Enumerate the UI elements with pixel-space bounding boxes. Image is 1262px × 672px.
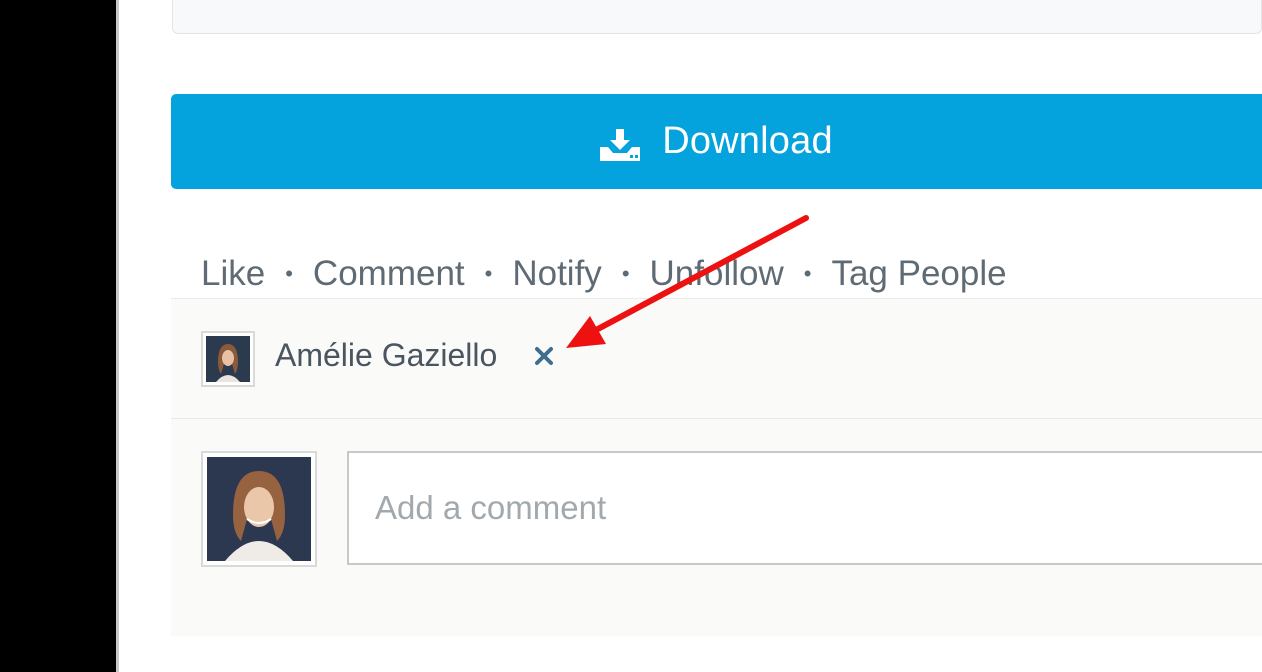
tagged-user-name: Amélie Gaziello xyxy=(275,337,498,373)
tag-people-link[interactable]: Tag People xyxy=(831,254,1006,294)
separator-dot: • xyxy=(484,261,493,286)
download-button[interactable]: Download xyxy=(171,94,1262,189)
unfollow-link[interactable]: Unfollow xyxy=(650,254,784,294)
tagged-people-row: Amélie Gaziello xyxy=(171,299,1262,419)
left-black-bar xyxy=(0,0,116,672)
comment-link[interactable]: Comment xyxy=(313,254,465,294)
person-photo-icon xyxy=(207,457,311,561)
post-actions: Like • Comment • Notify • Unfollow • Tag… xyxy=(201,252,1007,296)
separator-dot: • xyxy=(803,261,812,286)
comment-panel: Amélie Gaziello xyxy=(171,298,1262,636)
window-edge xyxy=(116,0,119,672)
download-label: Download xyxy=(662,120,833,162)
close-icon[interactable] xyxy=(533,345,555,367)
person-photo-icon xyxy=(206,336,250,382)
separator-dot: • xyxy=(621,261,630,286)
download-tray-icon xyxy=(600,128,641,161)
notify-link[interactable]: Notify xyxy=(512,254,601,294)
separator-dot: • xyxy=(285,261,293,286)
like-link[interactable]: Like xyxy=(201,254,265,294)
preview-panel xyxy=(172,0,1262,34)
tagged-user-avatar xyxy=(201,331,255,387)
current-user-avatar xyxy=(201,451,317,567)
comment-input[interactable] xyxy=(347,451,1262,565)
